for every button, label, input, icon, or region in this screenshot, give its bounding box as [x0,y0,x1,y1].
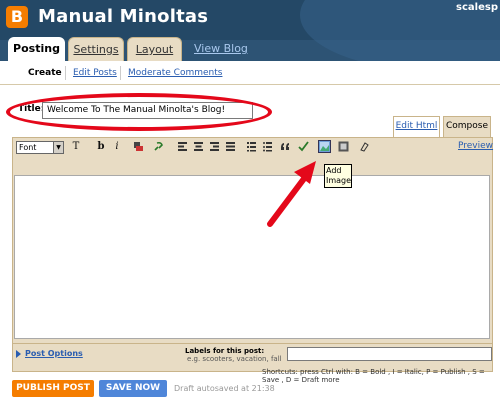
tab-layout[interactable]: Layout [127,37,182,61]
font-size-button[interactable]: T [68,140,84,154]
preview-link[interactable]: Preview [458,141,493,151]
tab-compose[interactable]: Compose [443,116,491,137]
font-size-icon: T [72,141,80,152]
add-image-icon[interactable] [318,140,331,153]
numbered-list-icon[interactable] [246,141,257,152]
labels-title: Labels for this post: [185,347,265,355]
subnav-moderate-comments[interactable]: Moderate Comments [128,68,222,78]
align-justify-icon[interactable] [225,141,236,152]
view-blog-link[interactable]: View Blog [194,42,248,55]
bold-button[interactable]: b [96,140,106,154]
text-color-icon[interactable] [133,141,144,152]
posting-subnav: Create Edit Posts Moderate Comments [0,61,500,85]
tab-posting[interactable]: Posting [8,37,65,62]
user-name: scalesp [456,2,498,13]
align-right-icon[interactable] [209,141,220,152]
tab-settings[interactable]: Settings [68,37,124,61]
spellcheck-icon[interactable] [298,141,309,152]
subnav-divider [65,66,66,80]
blogger-logo-icon[interactable]: B [6,6,28,28]
link-icon[interactable] [153,141,164,152]
add-image-tooltip: Add Image [324,164,352,188]
post-body-editor[interactable] [14,175,490,339]
subnav-create[interactable]: Create [28,68,62,78]
font-select-label: Font [19,143,37,152]
chevron-down-icon: ▼ [53,142,63,153]
italic-button[interactable]: i [112,140,122,154]
keyboard-shortcuts-hint: Shortcuts: press Ctrl with: B = Bold , I… [262,368,485,384]
add-video-icon[interactable] [338,141,349,152]
labels-input[interactable] [287,347,492,361]
logo-letter: B [10,7,24,26]
font-select[interactable]: Font ▼ [16,141,64,154]
draft-status: Draft autosaved at 21:38 [174,384,275,393]
annotation-oval [6,93,272,131]
blockquote-icon[interactable] [280,141,291,152]
publish-post-button[interactable]: PUBLISH POST [12,380,94,397]
post-options-link[interactable]: Post Options [25,349,83,358]
tab-edit-html[interactable]: Edit Html [393,116,440,137]
blog-title: Manual Minoltas [38,6,209,27]
bullet-list-icon[interactable] [262,141,273,152]
expand-triangle-icon[interactable] [16,350,21,358]
align-left-icon[interactable] [177,141,188,152]
subnav-divider [120,66,121,80]
remove-formatting-icon[interactable] [359,141,370,152]
blogger-post-editor: B Manual Minoltas scalesp Posting Settin… [0,0,500,400]
subnav-edit-posts[interactable]: Edit Posts [73,68,117,78]
save-now-button[interactable]: SAVE NOW [99,380,167,397]
align-center-icon[interactable] [193,141,204,152]
labels-example: e.g. scooters, vacation, fall [187,355,282,363]
